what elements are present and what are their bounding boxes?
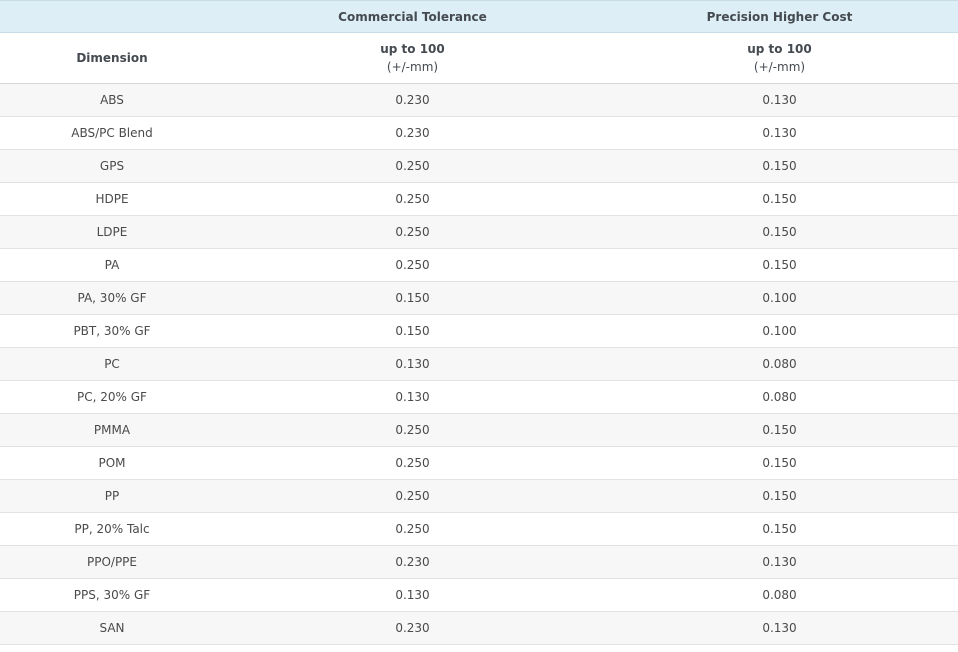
precision-tolerance-cell: 0.130 [601,116,958,150]
material-cell: PP [0,479,224,513]
table-row: ABS/PC Blend 0.230 0.130 [0,116,958,150]
precision-tolerance-cell: 0.150 [601,512,958,546]
commercial-tolerance-cell: 0.250 [224,413,601,447]
table-row: PBT, 30% GF 0.150 0.100 [0,314,958,348]
table-row: PPO/PPE 0.230 0.130 [0,545,958,579]
group-header-empty [0,0,224,33]
commercial-tolerance-cell: 0.230 [224,545,601,579]
material-cell: ABS [0,83,224,117]
precision-tolerance-cell: 0.130 [601,611,958,645]
commercial-tolerance-cell: 0.250 [224,446,601,480]
group-header-precision: Precision Higher Cost [601,0,958,33]
commercial-tolerance-cell: 0.150 [224,314,601,348]
column-header-row: Dimension up to 100 (+/-mm) up to 100 (+… [0,32,958,84]
commercial-tolerance-cell: 0.250 [224,479,601,513]
table-row: PPS, 30% GF 0.130 0.080 [0,578,958,612]
precision-tolerance-cell: 0.150 [601,248,958,282]
table-row: PC, 20% GF 0.130 0.080 [0,380,958,414]
precision-unit-label: (+/-mm) [753,60,806,74]
material-cell: PBT, 30% GF [0,314,224,348]
material-cell: LDPE [0,215,224,249]
material-cell: PMMA [0,413,224,447]
table-row: PC 0.130 0.080 [0,347,958,381]
precision-tolerance-cell: 0.150 [601,215,958,249]
commercial-tolerance-cell: 0.250 [224,149,601,183]
precision-tolerance-cell: 0.080 [601,347,958,381]
material-cell: PC, 20% GF [0,380,224,414]
material-cell: ABS/PC Blend [0,116,224,150]
table-row: PP, 20% Talc 0.250 0.150 [0,512,958,546]
material-cell: PA, 30% GF [0,281,224,315]
commercial-tolerance-cell: 0.250 [224,248,601,282]
commercial-tolerance-cell: 0.250 [224,512,601,546]
precision-tolerance-cell: 0.130 [601,545,958,579]
precision-tolerance-cell: 0.100 [601,314,958,348]
material-cell: PC [0,347,224,381]
column-header-precision: up to 100 (+/-mm) [601,32,958,84]
commercial-tolerance-cell: 0.130 [224,578,601,612]
precision-tolerance-cell: 0.150 [601,182,958,216]
commercial-unit-label: (+/-mm) [386,60,439,74]
table-row: PMMA 0.250 0.150 [0,413,958,447]
precision-tolerance-cell: 0.150 [601,413,958,447]
precision-tolerance-cell: 0.150 [601,446,958,480]
table-row: ABS 0.230 0.130 [0,83,958,117]
precision-tolerance-cell: 0.080 [601,578,958,612]
table-row: PA 0.250 0.150 [0,248,958,282]
table-row: LDPE 0.250 0.150 [0,215,958,249]
material-cell: HDPE [0,182,224,216]
precision-range-label: up to 100 [747,42,812,56]
commercial-tolerance-cell: 0.250 [224,215,601,249]
precision-tolerance-cell: 0.100 [601,281,958,315]
column-header-commercial: up to 100 (+/-mm) [224,32,601,84]
commercial-tolerance-cell: 0.250 [224,182,601,216]
commercial-tolerance-cell: 0.130 [224,347,601,381]
table-row: PP 0.250 0.150 [0,479,958,513]
tolerance-table: Commercial Tolerance Precision Higher Co… [0,0,958,645]
column-header-dimension: Dimension [0,32,224,84]
material-cell: GPS [0,149,224,183]
table-row: HDPE 0.250 0.150 [0,182,958,216]
precision-tolerance-cell: 0.150 [601,479,958,513]
group-header-row: Commercial Tolerance Precision Higher Co… [0,0,958,33]
commercial-tolerance-cell: 0.150 [224,281,601,315]
material-cell: PPS, 30% GF [0,578,224,612]
group-header-commercial: Commercial Tolerance [224,0,601,33]
table-row: PA, 30% GF 0.150 0.100 [0,281,958,315]
table-body: ABS 0.230 0.130 ABS/PC Blend 0.230 0.130 GPS 0.… [0,83,958,645]
commercial-range-label: up to 100 [380,42,445,56]
commercial-tolerance-cell: 0.230 [224,116,601,150]
material-cell: PA [0,248,224,282]
material-cell: SAN [0,611,224,645]
table-row: SAN 0.230 0.130 [0,611,958,645]
commercial-tolerance-cell: 0.230 [224,83,601,117]
table-row: GPS 0.250 0.150 [0,149,958,183]
table-row: POM 0.250 0.150 [0,446,958,480]
material-cell: PPO/PPE [0,545,224,579]
precision-tolerance-cell: 0.150 [601,149,958,183]
commercial-tolerance-cell: 0.230 [224,611,601,645]
material-cell: POM [0,446,224,480]
material-cell: PP, 20% Talc [0,512,224,546]
commercial-tolerance-cell: 0.130 [224,380,601,414]
precision-tolerance-cell: 0.080 [601,380,958,414]
table-header: Commercial Tolerance Precision Higher Co… [0,0,958,84]
precision-tolerance-cell: 0.130 [601,83,958,117]
